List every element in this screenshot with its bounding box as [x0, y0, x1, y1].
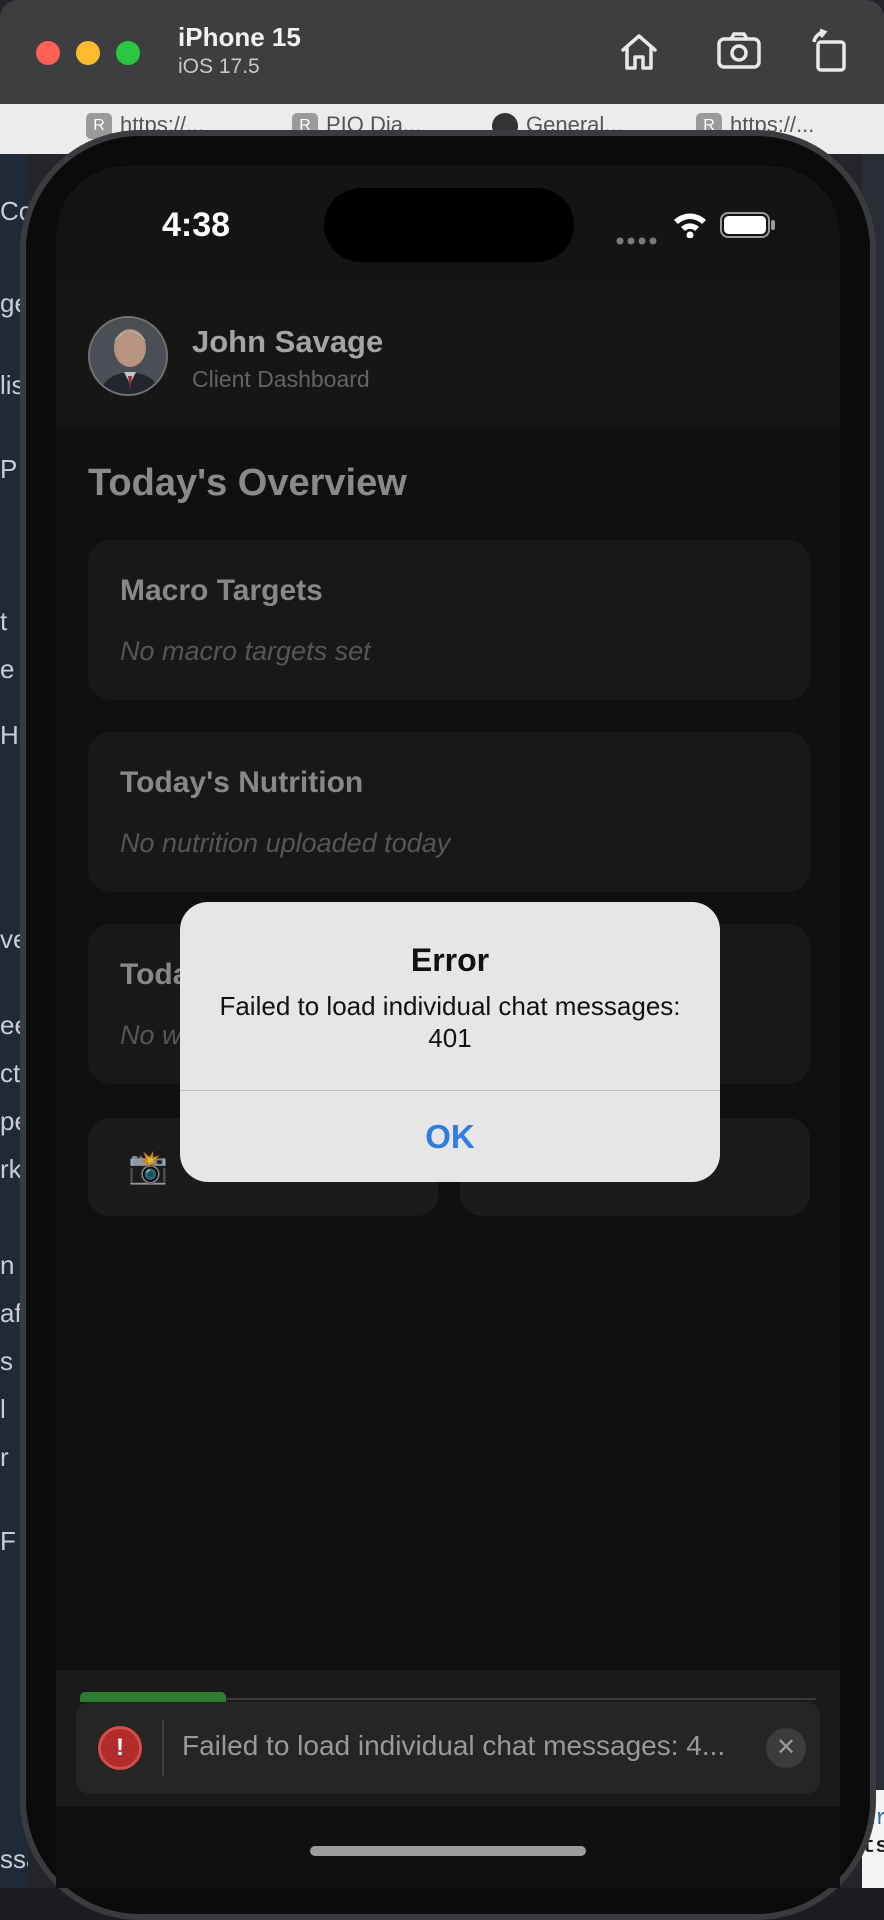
bg-text: e — [0, 654, 15, 684]
bg-text: t — [0, 606, 8, 636]
bg-text: rk — [0, 1154, 22, 1184]
simulator-titlebar: iPhone 15 iOS 17.5 — [0, 0, 884, 104]
bg-text: H — [0, 720, 19, 750]
toast-divider — [162, 1720, 164, 1776]
alert-ok-button[interactable]: OK — [180, 1091, 720, 1182]
alert-message: Failed to load individual chat messages:… — [219, 991, 681, 1053]
wifi-icon — [672, 210, 708, 243]
toast-container: ! Failed to load individual chat message… — [56, 1670, 840, 1806]
home-indicator[interactable] — [310, 1846, 586, 1856]
bg-text: r — [0, 1442, 9, 1472]
bg-text: s — [0, 1346, 13, 1376]
error-alert-dialog: Error Failed to load individual chat mes… — [180, 902, 720, 1182]
simulator-os-version: iOS 17.5 — [178, 55, 260, 78]
battery-icon — [720, 212, 776, 243]
dynamic-island — [324, 188, 574, 262]
error-toast[interactable]: ! Failed to load individual chat message… — [76, 1702, 820, 1794]
window-maximize-button[interactable] — [116, 41, 140, 65]
error-icon: ! — [98, 1726, 142, 1770]
bg-text: P — [0, 454, 18, 484]
window-close-button[interactable] — [36, 41, 60, 65]
alert-title: Error — [410, 942, 490, 978]
signal-dots-icon — [616, 232, 660, 250]
status-time: 4:38 — [162, 206, 231, 244]
simulator-device-name: iPhone 15 — [178, 22, 301, 52]
bg-text: l — [0, 1394, 6, 1424]
bg-text: F — [0, 1526, 16, 1556]
toast-progress-track — [226, 1698, 816, 1700]
bg-text: ct — [0, 1058, 21, 1088]
bg-text: ssag — [0, 1844, 28, 1874]
rotate-icon[interactable] — [808, 28, 854, 74]
toast-progress-bar — [80, 1692, 226, 1702]
screenshot-icon[interactable] — [716, 28, 762, 74]
status-bar: 4:38 — [56, 166, 840, 284]
home-icon[interactable] — [616, 28, 662, 74]
toast-message: Failed to load individual chat messages:… — [182, 1730, 726, 1761]
phone-screen: 4:38 John Savage Client Dashboard Today'… — [56, 166, 840, 1888]
bg-text: n — [0, 1250, 15, 1280]
close-icon[interactable]: ✕ — [766, 1728, 806, 1768]
bg-text: af — [0, 1298, 22, 1328]
window-minimize-button[interactable] — [76, 41, 100, 65]
